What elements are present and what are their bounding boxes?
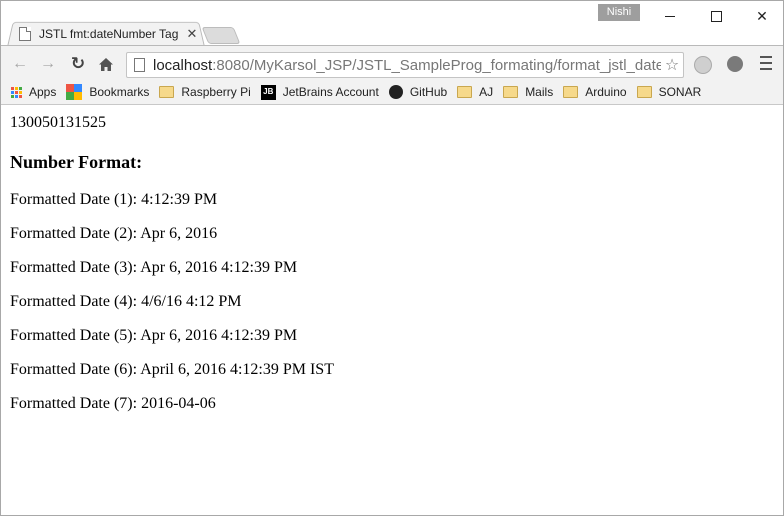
google-bookmarks-icon	[66, 84, 83, 100]
url-path: :8080/MyKarsol_JSP/JSTL_SampleProg_forma…	[212, 56, 661, 74]
bookmark-mails[interactable]: Mails	[503, 85, 553, 99]
bookmark-label: AJ	[479, 85, 494, 99]
tab-close-icon[interactable]: ✕	[185, 26, 199, 42]
menu-bar	[760, 62, 772, 64]
bookmark-github[interactable]: GitHub	[388, 85, 448, 99]
formatted-date-line: Formatted Date (4): 4/6/16 4:12 PM	[10, 293, 242, 310]
bookmark-arduino[interactable]: Arduino	[563, 85, 627, 99]
minimize-button[interactable]	[647, 1, 693, 31]
bookmark-raspberry-pi[interactable]: Raspberry Pi	[159, 85, 251, 99]
url-host: localhost	[153, 56, 213, 74]
menu-bar	[760, 68, 772, 70]
menu-button[interactable]	[758, 54, 774, 72]
bookmarks-bar: Apps Bookmarks Raspberry Pi JB JetBrains…	[1, 80, 783, 105]
page-info-icon[interactable]	[134, 58, 145, 72]
formatted-date-line: Formatted Date (6): April 6, 2016 4:12:3…	[10, 361, 334, 378]
back-button[interactable]: ←	[9, 53, 31, 75]
document-icon	[19, 27, 31, 41]
menu-bar	[760, 56, 772, 58]
minimize-icon	[665, 15, 675, 17]
bookmark-label: JetBrains Account	[282, 85, 379, 99]
extension-icon[interactable]	[694, 56, 712, 74]
maximize-icon	[710, 10, 722, 22]
bookmark-apps[interactable]: Apps	[11, 85, 56, 99]
extension-icon[interactable]	[727, 56, 743, 72]
maximize-button[interactable]	[693, 1, 739, 31]
bookmark-label: SONAR	[658, 85, 702, 99]
browser-window: JSTL fmt:dateNumber Tag ✕ Nishi ✕ ← → ↻ …	[0, 0, 784, 516]
bookmark-label: Bookmarks	[89, 85, 150, 99]
bookmark-label: Apps	[29, 85, 57, 99]
navigation-toolbar: ← → ↻ localhost:8080/MyKarsol_JSP/JSTL_S…	[1, 45, 783, 81]
close-icon: ✕	[756, 7, 768, 24]
formatted-date-line: Formatted Date (1): 4:12:39 PM	[10, 191, 218, 208]
page-heading: Number Format:	[10, 152, 143, 172]
bookmark-bookmarks[interactable]: Bookmarks	[66, 84, 149, 100]
apps-grid-icon	[11, 86, 22, 98]
folder-icon	[457, 86, 473, 98]
formatted-date-line: Formatted Date (2): Apr 6, 2016	[10, 225, 218, 242]
arrow-left-icon: ←	[12, 55, 28, 72]
home-button[interactable]	[95, 53, 117, 75]
title-bar: JSTL fmt:dateNumber Tag ✕ Nishi ✕	[1, 1, 783, 47]
formatted-date-line: Formatted Date (5): Apr 6, 2016 4:12:39 …	[10, 327, 298, 344]
github-icon	[388, 85, 403, 99]
home-icon	[99, 57, 113, 71]
forward-button[interactable]: →	[37, 53, 59, 75]
folder-icon	[159, 86, 175, 98]
formatted-date-line: Formatted Date (3): Apr 6, 2016 4:12:39 …	[10, 259, 298, 276]
bookmark-label: Arduino	[585, 85, 627, 99]
bookmark-label: GitHub	[409, 85, 448, 99]
new-tab-button[interactable]	[201, 27, 241, 44]
folder-icon	[503, 86, 519, 98]
arrow-right-icon: →	[40, 55, 56, 72]
active-tab[interactable]: JSTL fmt:dateNumber Tag ✕	[19, 23, 199, 45]
page-content: 130050131525 Number Format: Formatted Da…	[1, 105, 783, 515]
bookmark-label: Raspberry Pi	[181, 85, 251, 99]
bookmark-jetbrains-account[interactable]: JB JetBrains Account	[260, 84, 379, 100]
formatted-date-line: Formatted Date (7): 2016-04-06	[10, 395, 216, 412]
folder-icon	[563, 86, 579, 98]
bookmark-label: Mails	[525, 85, 554, 99]
address-bar[interactable]: localhost:8080/MyKarsol_JSP/JSTL_SampleP…	[126, 52, 684, 78]
reload-icon: ↻	[70, 54, 86, 73]
folder-icon	[636, 86, 652, 98]
bookmark-aj[interactable]: AJ	[457, 85, 493, 99]
timestamp-value: 130050131525	[10, 114, 106, 131]
reload-button[interactable]: ↻	[67, 53, 89, 75]
tab-title: JSTL fmt:dateNumber Tag	[39, 27, 179, 41]
bookmark-star-icon[interactable]: ☆	[661, 55, 683, 75]
jetbrains-icon: JB	[260, 84, 276, 100]
url-text[interactable]: localhost:8080/MyKarsol_JSP/JSTL_SampleP…	[153, 57, 661, 74]
user-profile-badge[interactable]: Nishi	[598, 4, 640, 21]
bookmark-sonar[interactable]: SONAR	[636, 85, 702, 99]
close-window-button[interactable]: ✕	[739, 1, 783, 31]
